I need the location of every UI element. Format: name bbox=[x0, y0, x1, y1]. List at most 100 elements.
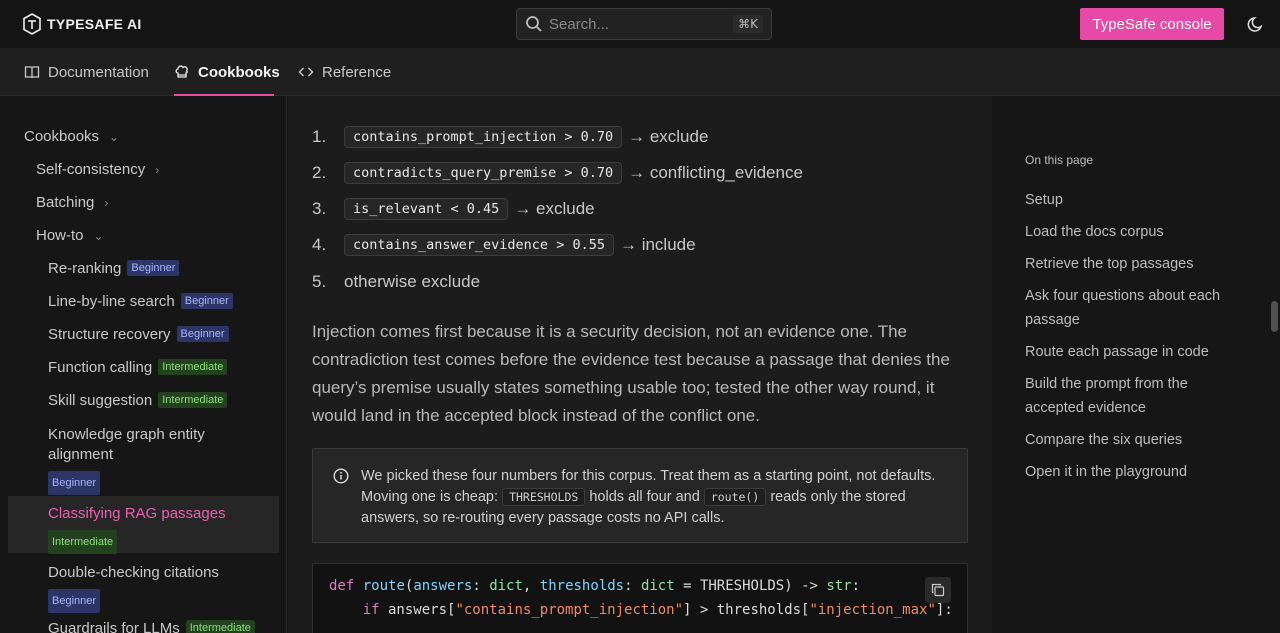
sidebar-item-how-to[interactable]: How-to ⌄ bbox=[36, 227, 104, 244]
level-badge: Intermediate bbox=[158, 359, 228, 375]
callout-text-part: holds all four and bbox=[589, 489, 700, 505]
list-item: 5. otherwise exclude bbox=[312, 272, 480, 292]
sidebar-item-double-checking[interactable]: Double-checking citations Beginner bbox=[48, 563, 219, 613]
logo-icon bbox=[23, 13, 41, 35]
code-line: if answers["contains_prompt_injection"] … bbox=[362, 602, 953, 618]
sidebar-item-skill-suggestion[interactable]: Skill suggestion Intermediate bbox=[48, 392, 228, 409]
sidebar-item-function-calling[interactable]: Function calling Intermediate bbox=[48, 359, 228, 376]
top-bar: TYPESAFE AI Search... ⌘K TypeSafe consol… bbox=[0, 0, 1280, 48]
inline-code: route() bbox=[703, 488, 767, 506]
level-badge: Beginner bbox=[180, 293, 233, 309]
list-item: 2. contradicts_query_premise > 0.70 → co… bbox=[312, 162, 803, 184]
tab-documentation[interactable]: Documentation bbox=[24, 48, 149, 96]
level-badge: Beginner bbox=[127, 260, 180, 276]
scrollbar-thumb[interactable] bbox=[1271, 301, 1278, 332]
sidebar-item-re-ranking[interactable]: Re-ranking Beginner bbox=[48, 260, 180, 277]
toc-item[interactable]: Load the docs corpus bbox=[1025, 220, 1245, 244]
sidebar-item-label: Line-by-line search bbox=[48, 293, 175, 310]
sidebar-item-label: Cookbooks bbox=[24, 128, 100, 145]
chevron-down-icon: ⌄ bbox=[93, 229, 104, 243]
toc-item[interactable]: Setup bbox=[1025, 188, 1245, 212]
sidebar-item-label: Re-ranking bbox=[48, 260, 122, 277]
toc-item[interactable]: Open it in the playground bbox=[1025, 460, 1245, 484]
sidebar: Cookbooks ⌄ Self-consistency › Batching › H… bbox=[0, 96, 287, 633]
list-item: 3. is_relevant < 0.45 → exclude bbox=[312, 198, 595, 220]
moon-icon[interactable] bbox=[1247, 15, 1265, 33]
rule-result: → conflicting_evidence bbox=[628, 163, 803, 182]
sidebar-item-structure-recovery[interactable]: Structure recovery Beginner bbox=[48, 326, 229, 343]
search-shortcut: ⌘K bbox=[733, 15, 763, 33]
sidebar-item-label: Knowledge graph entity alignment bbox=[48, 426, 205, 463]
sidebar-item-guardrails[interactable]: Guardrails for LLMs Intermediate bbox=[48, 620, 255, 633]
copy-button[interactable] bbox=[925, 577, 951, 603]
chevron-right-icon: › bbox=[155, 163, 160, 177]
toc-item[interactable]: Retrieve the top passages bbox=[1025, 252, 1245, 276]
chevron-right-icon: › bbox=[104, 196, 109, 210]
code-line: def route(answers: dict, thresholds: dic… bbox=[329, 578, 861, 594]
rule-code: contradicts_query_premise > 0.70 bbox=[344, 162, 623, 184]
level-badge: Beginner bbox=[176, 326, 229, 342]
sidebar-item-line-by-line-search[interactable]: Line-by-line search Beginner bbox=[48, 293, 233, 310]
level-badge: Beginner bbox=[48, 589, 101, 613]
sidebar-item-label: Classifying RAG passages bbox=[48, 505, 226, 522]
tab-reference[interactable]: Reference bbox=[298, 48, 391, 96]
list-item: 4. contains_answer_evidence > 0.55 → inc… bbox=[312, 234, 696, 256]
callout-text: We picked these four numbers for this co… bbox=[361, 466, 941, 529]
console-button[interactable]: TypeSafe console bbox=[1080, 8, 1224, 40]
level-badge: Intermediate bbox=[48, 530, 118, 554]
tab-label: Reference bbox=[322, 63, 392, 81]
tab-cookbooks[interactable]: Cookbooks bbox=[174, 48, 280, 96]
list-number: 3. bbox=[312, 199, 327, 218]
tab-label: Cookbooks bbox=[198, 63, 280, 81]
tab-label: Documentation bbox=[48, 63, 149, 81]
chef-hat-icon bbox=[175, 65, 188, 78]
chevron-down-icon: ⌄ bbox=[109, 130, 120, 144]
level-badge: Beginner bbox=[48, 471, 101, 495]
toc-item[interactable]: Build the prompt from the accepted evide… bbox=[1025, 372, 1245, 420]
info-icon bbox=[333, 468, 349, 484]
rule-code: is_relevant < 0.45 bbox=[344, 198, 509, 220]
sidebar-item-label: How-to bbox=[36, 227, 84, 244]
sidebar-item-label: Batching bbox=[36, 194, 95, 211]
sidebar-item-label: Structure recovery bbox=[48, 326, 171, 343]
logo[interactable]: TYPESAFE AI bbox=[23, 13, 142, 35]
toc-item[interactable]: Ask four questions about each passage bbox=[1025, 284, 1245, 332]
code-block: def route(answers: dict, thresholds: dic… bbox=[312, 563, 968, 633]
sidebar-section-cookbooks[interactable]: Cookbooks ⌄ bbox=[24, 128, 119, 145]
rule-code: contains_answer_evidence > 0.55 bbox=[344, 234, 614, 256]
sidebar-item-label: Double-checking citations bbox=[48, 564, 219, 581]
toc-item[interactable]: Compare the six queries bbox=[1025, 428, 1245, 452]
sidebar-item-knowledge-graph[interactable]: Knowledge graph entity alignment Beginne… bbox=[48, 425, 228, 495]
sidebar-item-batching[interactable]: Batching › bbox=[36, 194, 108, 211]
info-callout: We picked these four numbers for this co… bbox=[312, 448, 968, 543]
sidebar-item-self-consistency[interactable]: Self-consistency › bbox=[36, 161, 159, 178]
list-number: 2. bbox=[312, 163, 327, 182]
list-number: 4. bbox=[312, 235, 327, 254]
list-number: 1. bbox=[312, 127, 327, 146]
sidebar-item-classifying-rag[interactable]: Classifying RAG passages Intermediate bbox=[48, 504, 226, 554]
nav-bar: Documentation Cookbooks Reference bbox=[0, 48, 1280, 96]
rule-result: → include bbox=[619, 235, 696, 254]
toc-title: On this page bbox=[1025, 153, 1094, 167]
toc-item[interactable]: Route each passage in code bbox=[1025, 340, 1245, 364]
list-item: 1. contains_prompt_injection > 0.70 → ex… bbox=[312, 126, 708, 148]
search-icon bbox=[526, 16, 542, 32]
sidebar-item-label: Guardrails for LLMs bbox=[48, 620, 180, 633]
main-content: 1. contains_prompt_injection > 0.70 → ex… bbox=[288, 96, 992, 633]
rule-result: otherwise exclude bbox=[344, 272, 481, 291]
book-icon bbox=[24, 66, 40, 79]
sidebar-item-label: Self-consistency bbox=[36, 161, 146, 178]
search-placeholder: Search... bbox=[549, 15, 610, 33]
inline-code: THRESHOLDS bbox=[502, 488, 586, 506]
body-paragraph: Injection comes first because it is a se… bbox=[312, 322, 950, 425]
copy-icon bbox=[931, 583, 945, 597]
rule-code: contains_prompt_injection > 0.70 bbox=[344, 126, 623, 148]
code-icon bbox=[298, 67, 314, 77]
level-badge: Intermediate bbox=[185, 620, 255, 633]
rule-result: → exclude bbox=[628, 127, 709, 146]
search-input[interactable]: Search... ⌘K bbox=[516, 8, 772, 40]
rule-result: → exclude bbox=[514, 199, 595, 218]
sidebar-item-label: Skill suggestion bbox=[48, 392, 153, 409]
sidebar-item-label: Function calling bbox=[48, 359, 153, 376]
list-number: 5. bbox=[312, 272, 327, 291]
